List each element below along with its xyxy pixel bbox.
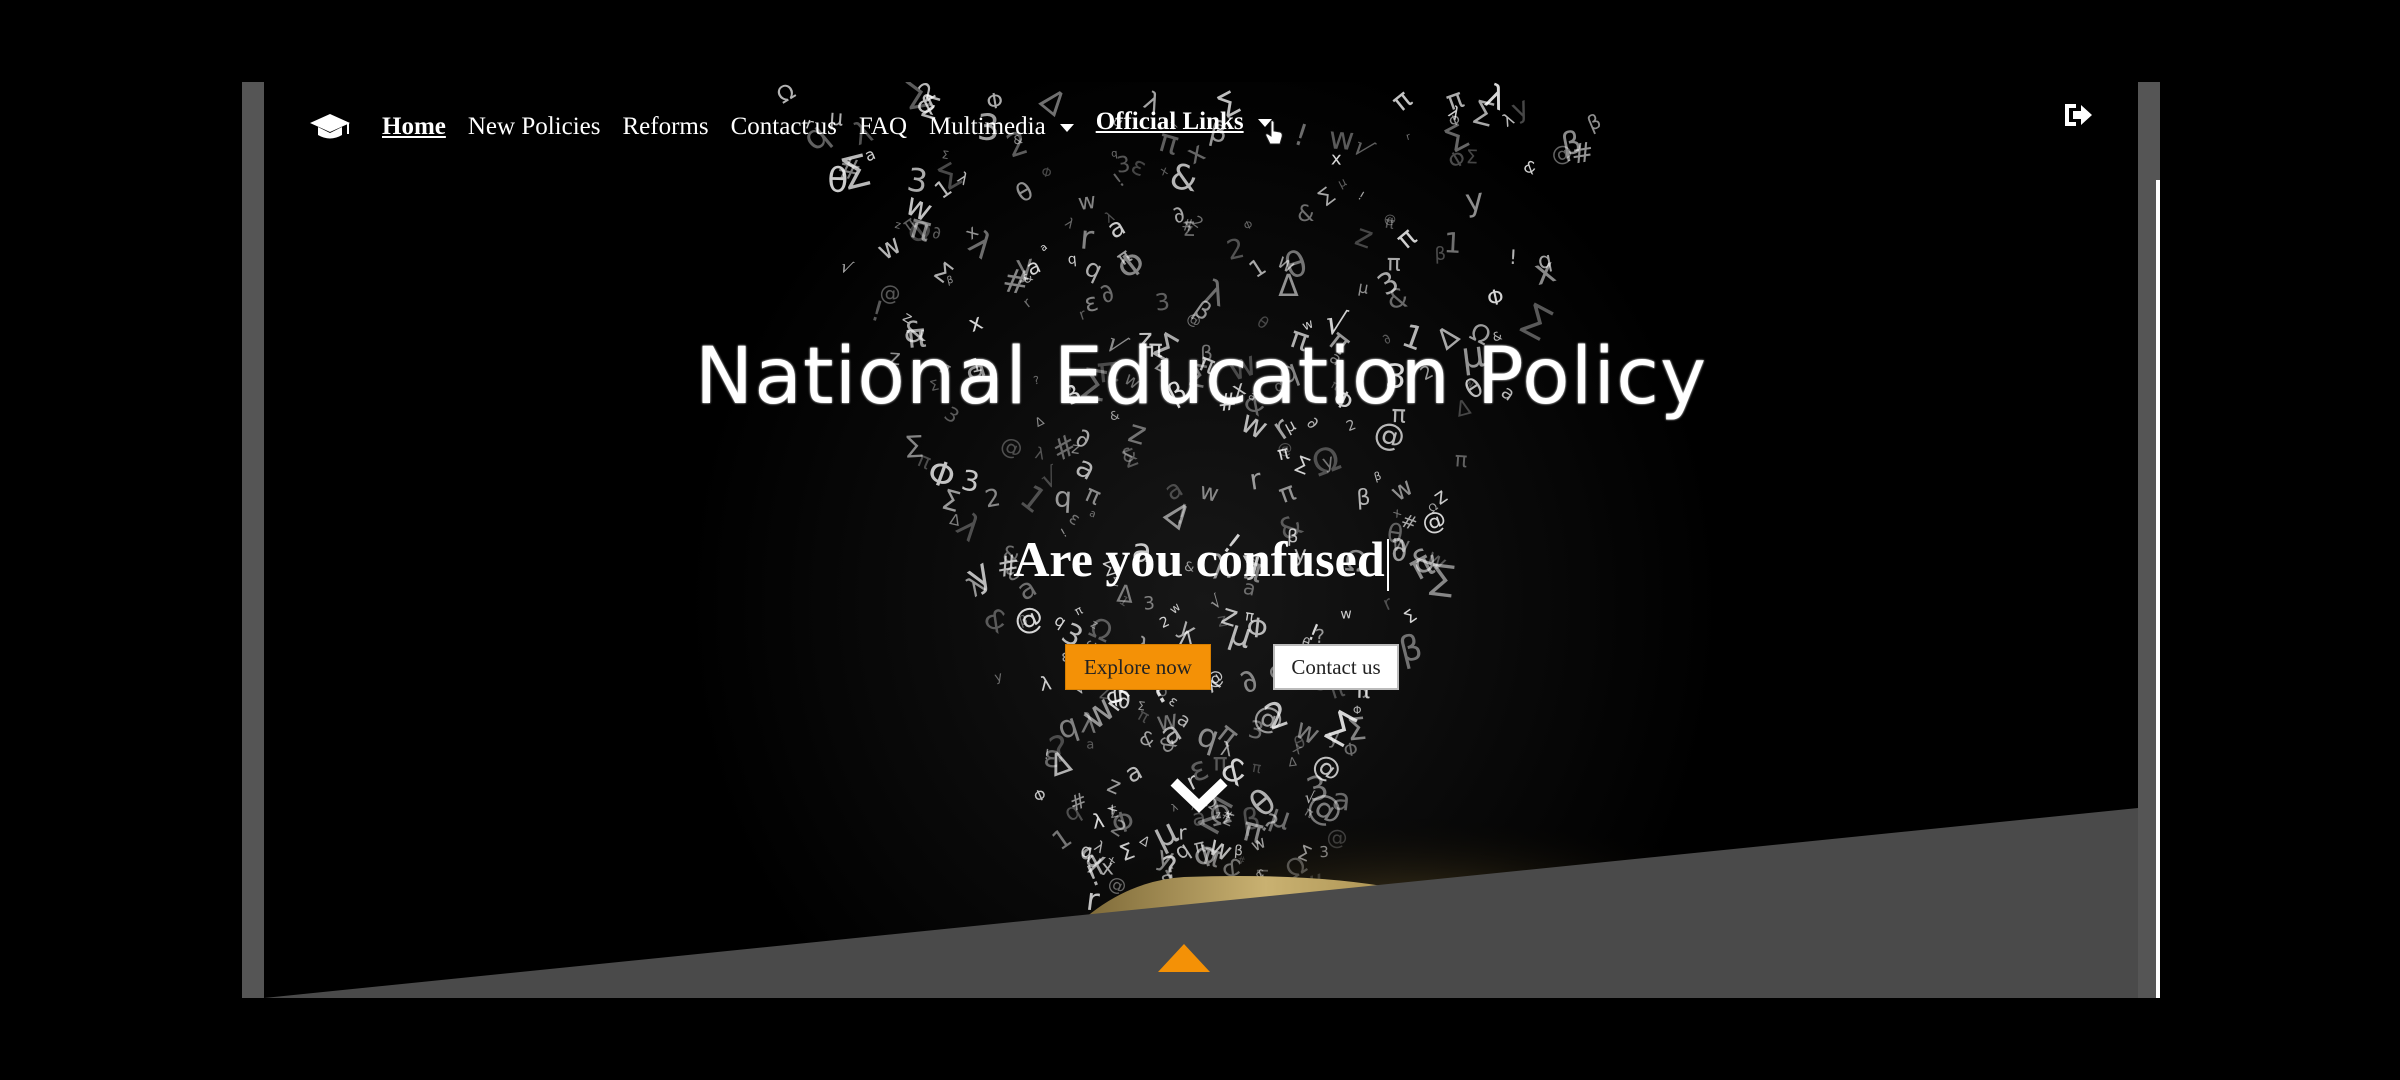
nav-reforms[interactable]: Reforms <box>623 113 709 141</box>
nav-contact-us[interactable]: Contact us <box>731 113 837 141</box>
explore-now-button[interactable]: Explore now <box>1065 644 1211 690</box>
browser-viewport: &Σx1πx1Σ2#Δ#∑z∂a#!xΣ&∂3azΣ#π#w#qβxΔ∂rΣμ!… <box>242 82 2160 998</box>
nav-new-policies[interactable]: New Policies <box>468 113 601 141</box>
nav-faq[interactable]: FAQ <box>859 113 907 141</box>
nav-multimedia-label: Multimedia <box>929 113 1046 140</box>
left-border <box>242 82 264 998</box>
graduation-cap-icon[interactable] <box>308 110 352 144</box>
scrollbar-edge <box>2156 180 2160 998</box>
nav-multimedia-dropdown[interactable]: Multimedia <box>929 113 1074 141</box>
chevron-down-icon[interactable] <box>1168 772 1230 816</box>
subtitle-text: Are you confused <box>1013 531 1385 587</box>
contact-us-button[interactable]: Contact us <box>1273 644 1399 690</box>
nav-official-links-dropdown[interactable]: Official Links <box>1096 108 1272 136</box>
main-navbar: Home New Policies Reforms Contact us FAQ… <box>308 108 1294 144</box>
mouse-cursor-icon <box>1265 120 1283 145</box>
nav-home[interactable]: Home <box>382 113 446 141</box>
page-title: National Education Policy <box>694 332 1708 422</box>
hero-section: &Σx1πx1Σ2#Δ#∑z∂a#!xΣ&∂3azΣ#π#w#qβxΔ∂rΣμ!… <box>264 82 2138 998</box>
triangle-up-icon[interactable] <box>1156 942 1212 974</box>
text-cursor <box>1386 538 1389 591</box>
caret-down-icon <box>1059 124 1074 133</box>
sign-out-icon[interactable] <box>2062 100 2094 130</box>
nav-official-links-label: Official Links <box>1095 108 1244 135</box>
typewriter-subtitle: Are you confused <box>264 530 2138 591</box>
